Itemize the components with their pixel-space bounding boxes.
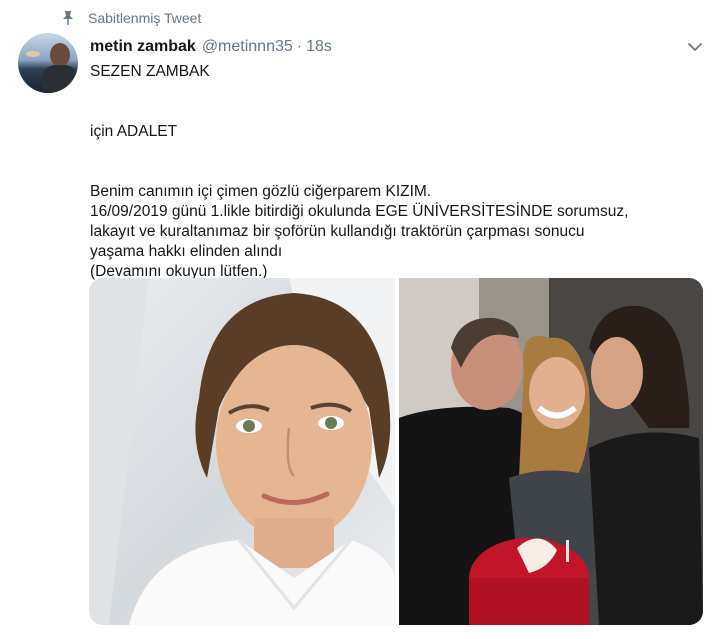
tweet-line: Benim canımın içi çimen gözlü ciğerparem…	[90, 183, 432, 200]
chevron-down-icon[interactable]	[686, 38, 704, 56]
tweet-line: 16/09/2019 günü 1.likle bitirdiği okulun…	[90, 203, 629, 220]
pinned-indicator: Sabitlenmiş Tweet	[60, 8, 201, 28]
pinned-label: Sabitlenmiş Tweet	[88, 10, 202, 26]
tweet-media	[89, 278, 703, 625]
author-handle[interactable]: @metinnn35	[202, 38, 293, 56]
photo-family[interactable]	[399, 278, 703, 625]
tweet-line: için ADALET	[90, 123, 178, 140]
tweet-line: lakayıt ve kuraltanımaz bir şoförün kull…	[90, 223, 585, 240]
tweet-text: SEZEN ZAMBAK için ADALET Benim canımın i…	[90, 62, 710, 282]
avatar[interactable]	[18, 33, 78, 93]
pin-icon	[60, 10, 76, 26]
tweet-line: SEZEN ZAMBAK	[90, 63, 210, 80]
author-name[interactable]: metin zambak	[90, 38, 196, 56]
separator-dot: ·	[296, 38, 303, 55]
tweet-header: metin zambak @metinnn35 · 18s	[90, 35, 332, 59]
photo-portrait[interactable]	[89, 278, 395, 625]
tweet-timestamp[interactable]: 18s	[306, 38, 332, 56]
tweet-line: yaşama hakkı elinden alındı	[90, 243, 283, 260]
